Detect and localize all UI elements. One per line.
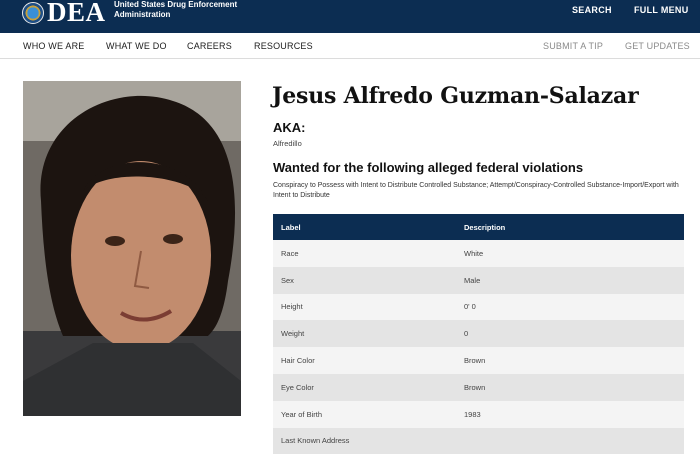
nav-what-we-do[interactable]: WHAT WE DO bbox=[106, 41, 167, 51]
full-menu-button[interactable]: FULL MENU bbox=[634, 5, 689, 15]
header-description: Description bbox=[456, 214, 684, 240]
row-label: Year of Birth bbox=[273, 400, 456, 428]
row-label: Weight bbox=[273, 320, 456, 348]
row-label: Race bbox=[273, 240, 456, 267]
row-label: Eye Color bbox=[273, 373, 456, 401]
row-value: Brown bbox=[456, 347, 684, 374]
row-label: Last Known Address bbox=[273, 427, 456, 455]
table-header-row: Label Description bbox=[273, 214, 684, 240]
table-row: Height 0' 0 bbox=[273, 293, 684, 321]
agency-line-1: United States Drug Enforcement bbox=[114, 0, 238, 9]
get-updates-link[interactable]: GET UPDATES bbox=[625, 41, 690, 51]
fugitive-name: Jesus Alfredo Guzman-Salazar bbox=[272, 83, 639, 109]
row-value: Brown bbox=[456, 373, 684, 401]
aka-heading: AKA: bbox=[273, 120, 306, 135]
details-table: Label Description Race White Sex Male He… bbox=[273, 214, 684, 455]
table-row: Last Known Address bbox=[273, 427, 684, 455]
row-value: White bbox=[456, 240, 684, 267]
agency-name: United States Drug Enforcement Administr… bbox=[114, 0, 254, 20]
row-value: 1983 bbox=[456, 400, 684, 428]
aka-value: Alfredillo bbox=[273, 139, 302, 148]
row-label: Sex bbox=[273, 266, 456, 294]
fugitive-photo bbox=[23, 81, 241, 416]
nav-resources[interactable]: RESOURCES bbox=[254, 41, 313, 51]
table-row: Weight 0 bbox=[273, 320, 684, 348]
agency-line-2: Administration bbox=[114, 10, 171, 19]
table-row: Race White bbox=[273, 240, 684, 267]
table-row: Hair Color Brown bbox=[273, 347, 684, 374]
row-label: Height bbox=[273, 293, 456, 321]
violations-heading: Wanted for the following alleged federal… bbox=[273, 160, 584, 175]
row-value bbox=[456, 427, 684, 455]
table-row: Eye Color Brown bbox=[273, 373, 684, 401]
header-label: Label bbox=[273, 214, 456, 240]
nav-careers[interactable]: CAREERS bbox=[187, 41, 232, 51]
row-value: 0' 0 bbox=[456, 293, 684, 321]
main-nav: WHO WE ARE WHAT WE DO CAREERS RESOURCES … bbox=[0, 33, 700, 59]
row-label: Hair Color bbox=[273, 347, 456, 374]
row-value: Male bbox=[456, 266, 684, 294]
nav-who-we-are[interactable]: WHO WE ARE bbox=[23, 41, 85, 51]
table-row: Sex Male bbox=[273, 266, 684, 294]
dea-logo[interactable]: DEA bbox=[47, 0, 106, 27]
submit-tip-link[interactable]: SUBMIT A TIP bbox=[543, 41, 603, 51]
violations-text: Conspiracy to Possess with Intent to Dis… bbox=[273, 182, 679, 199]
site-header: DEA United States Drug Enforcement Admin… bbox=[0, 0, 700, 33]
table-row: Year of Birth 1983 bbox=[273, 400, 684, 428]
portrait-image bbox=[23, 81, 241, 416]
row-value: 0 bbox=[456, 320, 684, 348]
search-button[interactable]: SEARCH bbox=[572, 5, 612, 15]
dea-seal-icon[interactable] bbox=[22, 2, 44, 24]
